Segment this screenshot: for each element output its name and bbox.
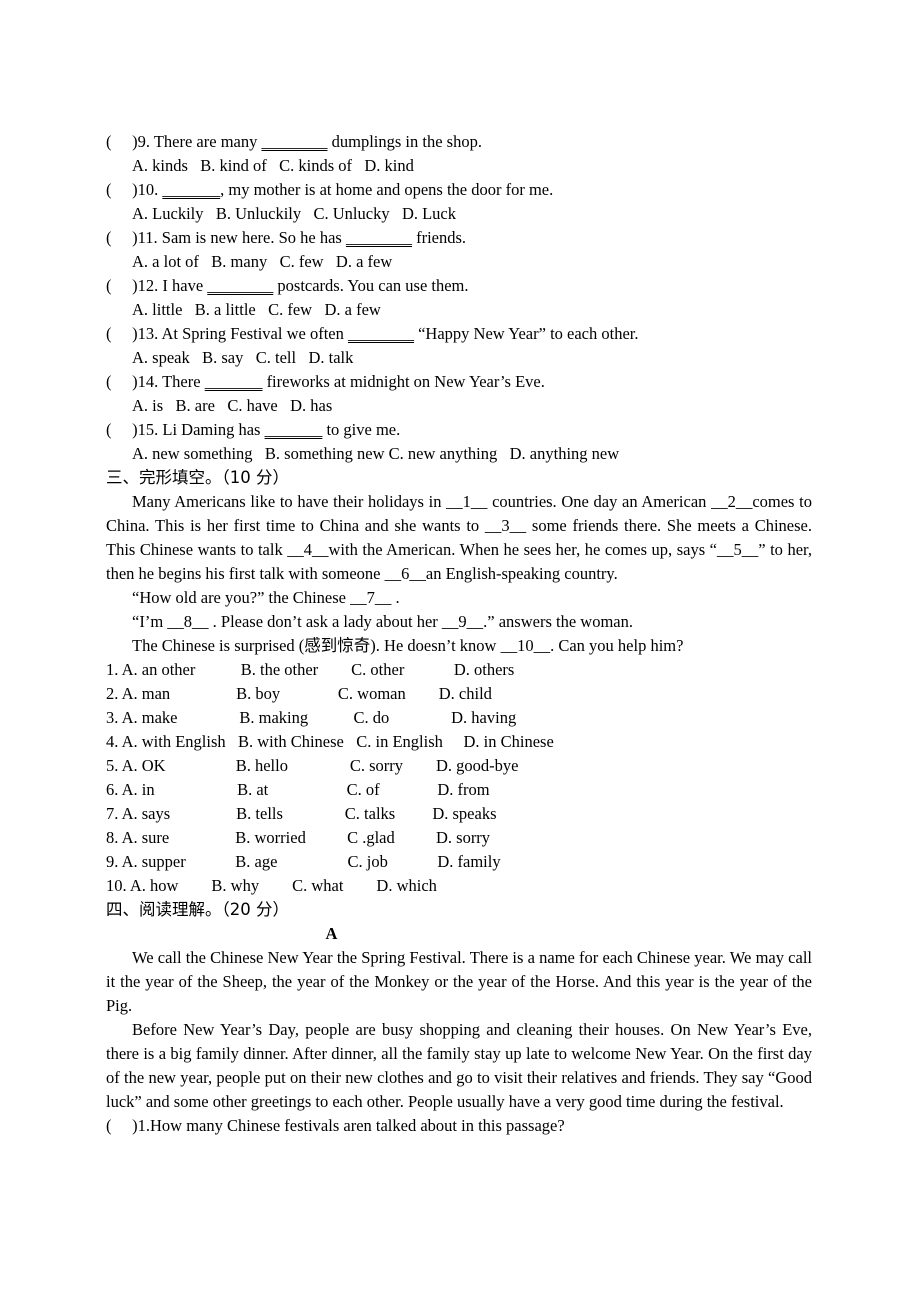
mc-blank: ________	[345, 228, 412, 247]
cloze-section: 三、完形填空。（10 分） Many Americans like to hav…	[106, 466, 812, 898]
mc-options[interactable]: A. kinds B. kind of C. kinds of D. kind	[106, 154, 812, 178]
mc-number: 14.	[137, 372, 159, 391]
mc-stem-after: friends.	[411, 228, 467, 247]
mc-number: 10.	[137, 180, 159, 199]
mc-stem-before: I have	[158, 276, 208, 295]
mc-stem-after: “Happy New Year” to each other.	[413, 324, 639, 343]
mc-question-stem: ( )10. _______, my mother is at home and…	[106, 178, 812, 202]
reading-passage-paragraph: Before New Year’s Day, people are busy s…	[106, 1020, 812, 1111]
mc-options[interactable]: A. a lot of B. many C. few D. a few	[106, 250, 812, 274]
cloze-option-row[interactable]: 6. A. in B. at C. of D. from	[106, 778, 812, 802]
mc-options[interactable]: A. is B. are C. have D. has	[106, 394, 812, 418]
mc-marker[interactable]: ( )	[106, 132, 138, 151]
reading-question: ( )1.How many Chinese festivals aren tal…	[106, 1114, 812, 1138]
mc-blank: ________	[261, 132, 328, 151]
mc-marker[interactable]: ( )	[106, 276, 138, 295]
exam-paper-page: ( )9. There are many ________ dumplings …	[0, 0, 920, 1302]
cloze-option-row[interactable]: 1. A. an other B. the other C. other D. …	[106, 658, 812, 682]
mc-number: 13.	[137, 324, 159, 343]
mc-marker[interactable]: ( )	[106, 420, 138, 439]
cloze-section-heading: 三、完形填空。（10 分）	[106, 468, 289, 487]
cloze-option-row[interactable]: 10. A. how B. why C. what D. which	[106, 874, 812, 898]
mc-stem-before: Li Daming has	[158, 420, 265, 439]
mc-stem-before: There	[158, 372, 205, 391]
cloze-option-row[interactable]: 3. A. make B. making C. do D. having	[106, 706, 812, 730]
mc-blank: ________	[347, 324, 414, 343]
mc-question-stem: ( )13. At Spring Festival we often _____…	[106, 322, 812, 346]
mc-stem-before: There are many	[150, 132, 262, 151]
mc-stem-before: At Spring Festival we often	[158, 324, 348, 343]
mc-question-stem: ( )15. Li Daming has _______ to give me.	[106, 418, 812, 442]
mc-question-stem: ( )9. There are many ________ dumplings …	[106, 130, 812, 154]
mc-options[interactable]: A. little B. a little C. few D. a few	[106, 298, 812, 322]
mc-number: 12.	[137, 276, 159, 295]
mc-marker[interactable]: ( )	[106, 372, 138, 391]
mc-stem-after: , my mother is at home and opens the doo…	[220, 180, 554, 199]
reading-question-marker[interactable]: ( )	[106, 1116, 138, 1135]
mc-question-stem: ( )11. Sam is new here. So he has ______…	[106, 226, 812, 250]
reading-section: 四、阅读理解。（20 分） A We call the Chinese New …	[106, 898, 812, 1138]
mc-marker[interactable]: ( )	[106, 180, 138, 199]
reading-section-heading: 四、阅读理解。（20 分）	[106, 900, 289, 919]
cloze-dialogue-line: “How old are you?” the Chinese __7__ .	[132, 588, 400, 607]
cloze-dialogue-line: The Chinese is surprised (感到惊奇). He does…	[132, 636, 684, 655]
cloze-option-row[interactable]: 8. A. sure B. worried C .glad D. sorry	[106, 826, 812, 850]
reading-passage-paragraph: We call the Chinese New Year the Spring …	[106, 948, 812, 1015]
passage-label-a: A	[325, 924, 338, 943]
mc-options[interactable]: A. speak B. say C. tell D. talk	[106, 346, 812, 370]
mc-question-stem: ( )14. There _______ fireworks at midnig…	[106, 370, 812, 394]
mc-number: 11.	[137, 228, 158, 247]
mc-blank: ________	[207, 276, 274, 295]
mc-options[interactable]: A. new something B. something new C. new…	[106, 442, 812, 466]
mc-blank: _______	[162, 180, 221, 199]
mc-stem-after: to give me.	[322, 420, 401, 439]
mc-question-stem: ( )12. I have ________ postcards. You ca…	[106, 274, 812, 298]
mc-marker[interactable]: ( )	[106, 228, 138, 247]
mc-stem-after: fireworks at midnight on New Year’s Eve.	[262, 372, 545, 391]
cloze-passage: Many Americans like to have their holida…	[106, 492, 812, 583]
cloze-option-row[interactable]: 2. A. man B. boy C. woman D. child	[106, 682, 812, 706]
mc-stem-before: Sam is new here. So he has	[157, 228, 346, 247]
mc-number: 15.	[137, 420, 159, 439]
reading-question-text: 1.How many Chinese festivals aren talked…	[137, 1116, 565, 1135]
cloze-dialogue-line: “I’m __8__ . Please don’t ask a lady abo…	[132, 612, 633, 631]
mc-stem-after: postcards. You can use them.	[273, 276, 469, 295]
mc-blank: _______	[264, 420, 323, 439]
cloze-option-row[interactable]: 5. A. OK B. hello C. sorry D. good-bye	[106, 754, 812, 778]
cloze-option-row[interactable]: 4. A. with English B. with Chinese C. in…	[106, 730, 812, 754]
mc-number: 9.	[137, 132, 150, 151]
mc-marker[interactable]: ( )	[106, 324, 138, 343]
mc-blank: _______	[204, 372, 263, 391]
cloze-option-row[interactable]: 9. A. supper B. age C. job D. family	[106, 850, 812, 874]
mc-options[interactable]: A. Luckily B. Unluckily C. Unlucky D. Lu…	[106, 202, 812, 226]
cloze-option-row[interactable]: 7. A. says B. tells C. talks D. speaks	[106, 802, 812, 826]
mc-stem-after: dumplings in the shop.	[327, 132, 482, 151]
multiple-choice-block: ( )9. There are many ________ dumplings …	[106, 130, 812, 466]
